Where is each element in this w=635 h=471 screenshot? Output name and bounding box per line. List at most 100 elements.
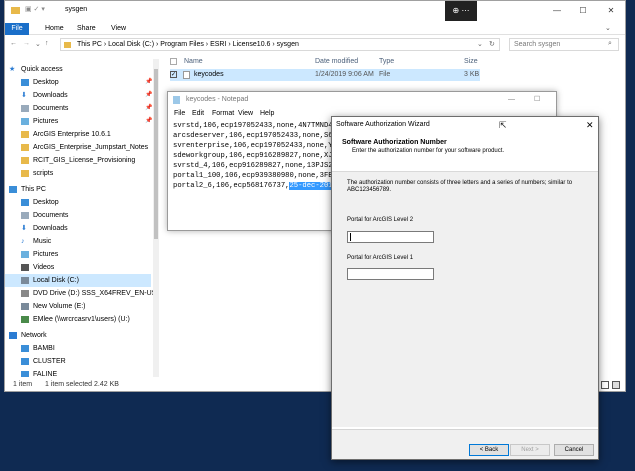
nav-item[interactable]: DVD Drive (D:) SSS_X64FREV_EN-US_DV9 bbox=[5, 287, 153, 300]
row-checkbox[interactable]: ✓ bbox=[170, 71, 177, 78]
menu-edit[interactable]: Edit bbox=[192, 108, 204, 119]
nav-item[interactable]: scripts bbox=[5, 167, 151, 180]
nav-item[interactable]: Pictures bbox=[5, 248, 151, 261]
nav-network[interactable]: Network bbox=[5, 329, 151, 342]
zoom-icon[interactable]: ⊕ ⋯ bbox=[445, 1, 477, 21]
star-icon: ★ bbox=[9, 66, 16, 73]
pin-icon: 📌 bbox=[145, 79, 153, 85]
nav-item[interactable]: ⬇ Downloads 📌 bbox=[5, 89, 152, 102]
nav-item[interactable]: ArcGIS_Enterprise_Jumpstart_Notes bbox=[5, 141, 151, 154]
notepad-maximize-button[interactable]: ☐ bbox=[534, 92, 540, 108]
wizard-close-button[interactable]: ✕ bbox=[586, 117, 594, 133]
select-all-checkbox[interactable] bbox=[170, 58, 177, 65]
breadcrumb-program-files[interactable]: Program Files bbox=[160, 41, 204, 48]
breadcrumb-sysgen[interactable]: sysgen bbox=[277, 41, 299, 48]
nav-item[interactable]: RCIT_GIS_License_Provisioning bbox=[5, 154, 151, 167]
nav-item[interactable]: EMlee (\\wrcrcasrv1\users) (U:) bbox=[5, 313, 151, 326]
refresh-icon[interactable]: ↻ bbox=[489, 40, 495, 48]
cursor-icon: ⇱ bbox=[499, 120, 507, 130]
nav-quick-access[interactable]: ★ Quick access bbox=[5, 63, 151, 76]
breadcrumb-license[interactable]: License10.6 bbox=[233, 41, 271, 48]
nav-item[interactable]: CLUSTER bbox=[5, 355, 151, 368]
pin-icon: 📌 bbox=[145, 105, 153, 111]
column-name[interactable]: Name bbox=[184, 56, 203, 68]
nav-item[interactable]: Documents bbox=[5, 209, 151, 222]
cancel-button[interactable]: Cancel bbox=[554, 444, 594, 456]
details-view-icon[interactable] bbox=[601, 381, 609, 389]
column-size[interactable]: Size bbox=[464, 56, 478, 68]
up-arrow-icon[interactable]: ↑ bbox=[45, 40, 49, 47]
portal-level-2-input[interactable] bbox=[347, 231, 434, 243]
nav-item[interactable]: ♪ Music bbox=[5, 235, 151, 248]
notepad-title: keycodes - Notepad bbox=[186, 96, 249, 103]
tab-share[interactable]: Share bbox=[69, 23, 104, 35]
wizard-heading: Software Authorization Number bbox=[342, 139, 447, 146]
nav-item[interactable]: Pictures 📌 bbox=[5, 115, 153, 128]
scrollbar-thumb[interactable] bbox=[154, 69, 158, 239]
desktop-icon bbox=[21, 199, 29, 206]
file-icon bbox=[183, 71, 190, 79]
nav-item[interactable]: ArcGIS Enterprise 10.6.1 bbox=[5, 128, 151, 141]
address-box[interactable]: This PC › Local Disk (C:) › Program File… bbox=[60, 38, 500, 51]
documents-icon bbox=[21, 105, 29, 112]
breadcrumb-local-disk[interactable]: Local Disk (C:) bbox=[108, 41, 154, 48]
file-date: 1/24/2019 9:06 AM bbox=[315, 71, 374, 78]
drive-icon bbox=[21, 277, 29, 284]
search-input[interactable]: Search sysgen bbox=[509, 38, 619, 51]
breadcrumb-this-pc[interactable]: This PC bbox=[77, 41, 102, 48]
menu-view[interactable]: View bbox=[238, 108, 253, 119]
back-arrow-icon[interactable]: ← bbox=[10, 40, 17, 47]
wizard-title: Software Authorization Wizard bbox=[336, 121, 430, 128]
nav-scrollbar[interactable] bbox=[153, 59, 159, 377]
tiles-view-icon[interactable] bbox=[612, 381, 620, 389]
menu-help[interactable]: Help bbox=[260, 108, 274, 119]
nav-item-local-disk[interactable]: Local Disk (C:) bbox=[5, 274, 151, 287]
ribbon-expand-icon[interactable]: ⌄ bbox=[605, 24, 611, 32]
pin-icon: 📌 bbox=[145, 118, 153, 124]
nav-this-pc[interactable]: This PC bbox=[5, 183, 151, 196]
label-portal-level-2: Portal for ArcGIS Level 2 bbox=[347, 217, 414, 223]
close-button[interactable]: ✕ bbox=[599, 1, 623, 21]
explorer-titlebar: ▣ ✓ ▾ sysgen ⊕ ⋯ — ☐ ✕ bbox=[5, 1, 625, 21]
pictures-icon bbox=[21, 251, 29, 258]
tab-home[interactable]: Home bbox=[37, 23, 72, 35]
recent-chevron-icon[interactable]: ⌄ bbox=[35, 40, 41, 48]
menu-format[interactable]: Format bbox=[212, 108, 234, 119]
notepad-titlebar: keycodes - Notepad — ☐ bbox=[168, 92, 556, 108]
nav-item[interactable]: New Volume (E:) bbox=[5, 300, 151, 313]
quick-access-toolbar-icon[interactable]: ▣ ✓ ▾ bbox=[25, 5, 45, 13]
status-item-count: 1 item bbox=[13, 381, 33, 388]
forward-arrow-icon[interactable]: → bbox=[23, 40, 30, 47]
breadcrumb: This PC › Local Disk (C:) › Program File… bbox=[77, 41, 299, 48]
folder-icon bbox=[21, 131, 29, 138]
tab-view[interactable]: View bbox=[103, 23, 134, 35]
dropdown-chevron-icon[interactable]: ⌄ bbox=[477, 40, 483, 48]
file-size: 3 KB bbox=[464, 71, 480, 78]
nav-item[interactable]: Desktop bbox=[5, 196, 151, 209]
folder-icon bbox=[11, 7, 20, 14]
nav-item[interactable]: Documents 📌 bbox=[5, 102, 153, 115]
column-date[interactable]: Date modified bbox=[315, 56, 358, 68]
column-type[interactable]: Type bbox=[379, 56, 394, 68]
nav-item[interactable]: Desktop 📌 bbox=[5, 76, 153, 89]
wizard-header: Software Authorization Number Enter the … bbox=[332, 133, 598, 171]
breadcrumb-esri[interactable]: ESRI bbox=[210, 41, 226, 48]
file-name: keycodes bbox=[194, 71, 224, 78]
nav-item[interactable]: BAMBI bbox=[5, 342, 151, 355]
minimize-button[interactable]: — bbox=[545, 1, 569, 21]
tab-file[interactable]: File bbox=[5, 23, 29, 35]
nav-item[interactable]: Videos bbox=[5, 261, 151, 274]
file-row[interactable]: ✓ keycodes 1/24/2019 9:06 AM File 3 KB bbox=[170, 69, 480, 81]
label-portal-level-1: Portal for ArcGIS Level 1 bbox=[347, 255, 414, 261]
folder-icon bbox=[21, 170, 29, 177]
menu-file[interactable]: File bbox=[174, 108, 185, 119]
videos-icon bbox=[21, 264, 29, 271]
nav-item[interactable]: FALINE bbox=[5, 368, 151, 377]
notepad-minimize-button[interactable]: — bbox=[508, 92, 515, 108]
software-authorization-wizard: Software Authorization Wizard ⇱ ✕ Softwa… bbox=[331, 116, 599, 460]
maximize-button[interactable]: ☐ bbox=[571, 1, 595, 21]
back-button[interactable]: < Back bbox=[469, 444, 509, 456]
portal-level-1-input[interactable] bbox=[347, 268, 434, 280]
next-button[interactable]: Next > bbox=[510, 444, 550, 456]
nav-item[interactable]: ⬇ Downloads bbox=[5, 222, 151, 235]
